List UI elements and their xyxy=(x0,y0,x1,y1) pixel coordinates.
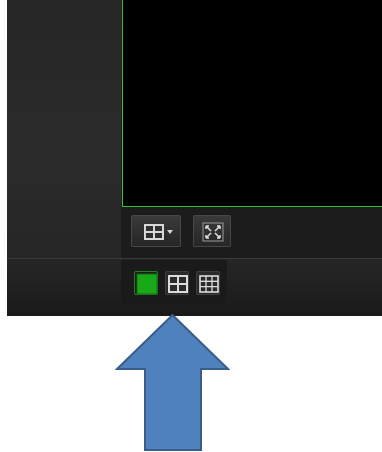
grid-2x2-icon xyxy=(168,275,188,293)
fullscreen-button[interactable] xyxy=(193,215,231,247)
layout-button-group xyxy=(121,260,227,303)
layout-1x1-button[interactable] xyxy=(134,271,158,295)
single-pane-icon xyxy=(136,273,158,295)
grid-3x3-icon xyxy=(199,275,219,293)
layout-bar xyxy=(7,258,382,316)
layout-3x3-button[interactable] xyxy=(196,271,220,295)
expand-arrows-icon xyxy=(202,222,224,242)
split-layout-dropdown-button[interactable] xyxy=(131,215,181,247)
view-toolbar xyxy=(121,207,382,258)
annotation-up-arrow-icon xyxy=(115,313,230,451)
grid-2x2-dropdown-icon xyxy=(144,224,173,240)
layout-2x2-button[interactable] xyxy=(165,271,189,295)
video-pane[interactable] xyxy=(122,0,382,207)
video-client-window xyxy=(7,0,382,316)
side-panel xyxy=(7,0,121,258)
